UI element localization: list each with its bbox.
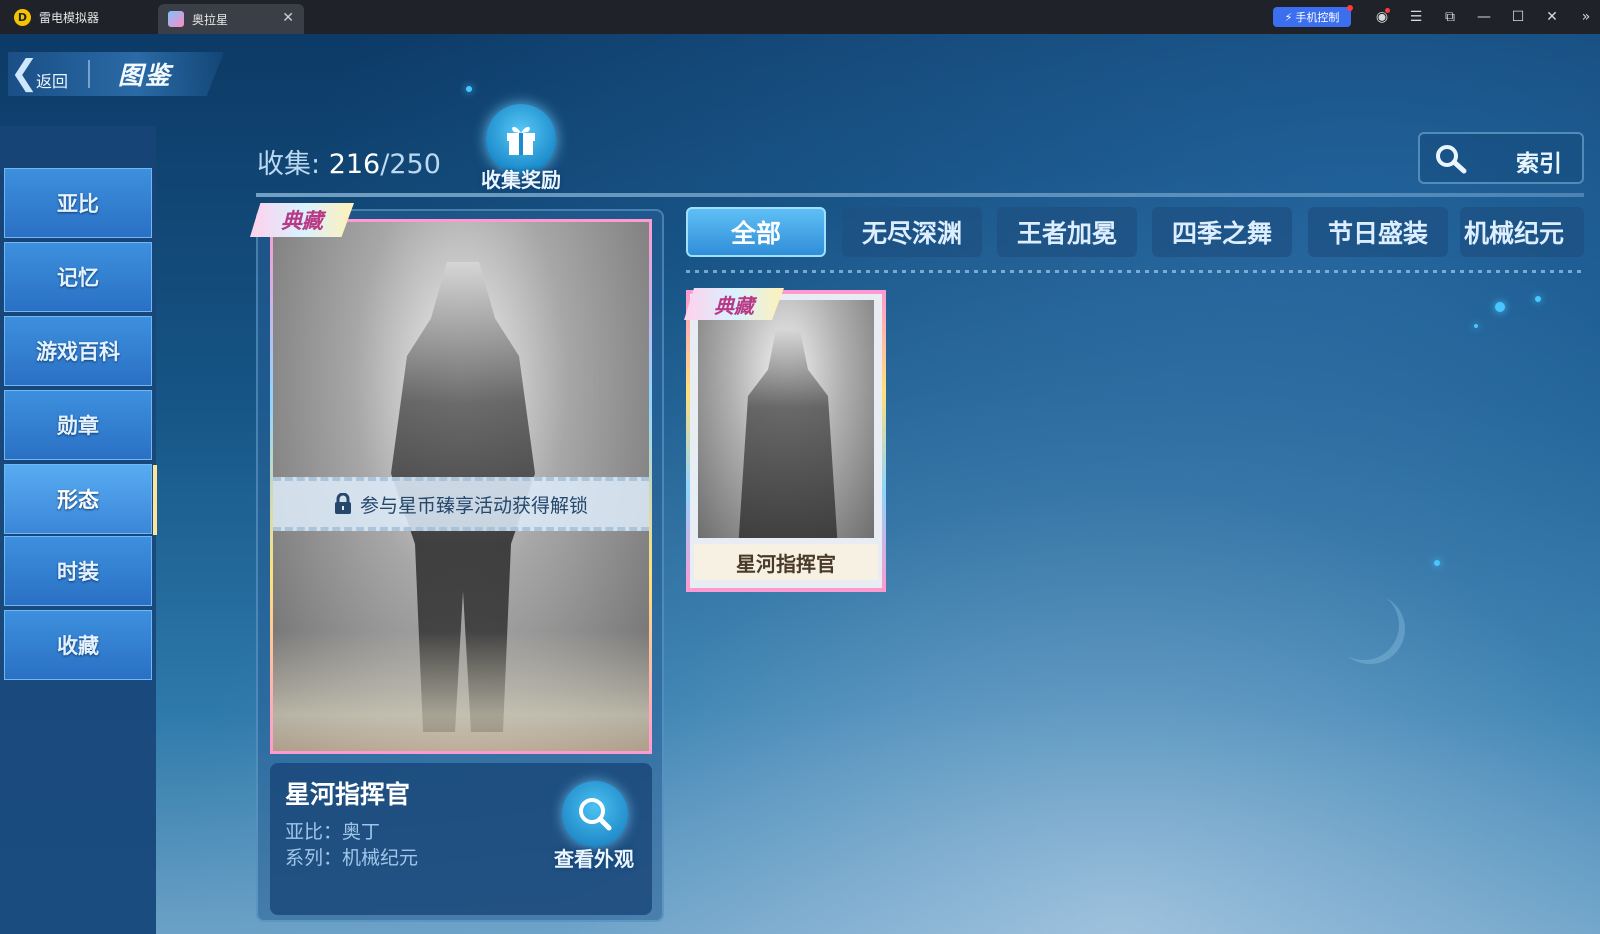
window-titlebar: D 雷电模拟器 奥拉星 ✕ ⚡ 手机控制 ◉ ☰ ⧉ — ☐ ✕ » (0, 0, 1600, 34)
series-line: 系列：机械纪元 (285, 847, 419, 869)
page-title: 图鉴 (118, 61, 173, 90)
collection-progress: 收集: 216/250 (257, 142, 441, 181)
collection-total: /250 (380, 149, 441, 180)
star-decoration (1535, 296, 1541, 302)
tab-close-icon[interactable]: ✕ (282, 10, 294, 26)
filter-tab-four-seasons[interactable]: 四季之舞 (1152, 207, 1292, 257)
search-icon (1434, 144, 1468, 178)
tab-title: 奥拉星 (192, 12, 229, 27)
costume-card[interactable]: 星河指挥官 典藏 (684, 288, 886, 592)
view-appearance-button[interactable]: 查看外观 (544, 781, 644, 891)
game-viewport: ❮ 返回 图鉴 亚比 记忆 游戏百科 勋章 形态 时装 收藏 收集: 216/2… (0, 34, 1600, 934)
artwork-fog (273, 631, 649, 751)
maximize-icon[interactable]: ☐ (1501, 6, 1535, 28)
lock-icon (334, 493, 351, 514)
phone-control-button[interactable]: ⚡ 手机控制 (1273, 5, 1353, 27)
moon-decoration (1335, 594, 1405, 664)
costume-name: 星河指挥官 (285, 780, 411, 809)
app-logo-icon: D (14, 8, 31, 26)
costume-artwork: 参与星币臻享活动获得解锁 (270, 219, 652, 754)
collection-label: 收集: (257, 149, 329, 180)
account-icon[interactable]: ◉ (1365, 6, 1399, 28)
star-decoration (1474, 324, 1478, 328)
collection-reward-button[interactable]: 收集奖励 (476, 104, 566, 194)
filter-tab-king-crowned[interactable]: 王者加冕 (997, 207, 1137, 257)
lock-banner: 参与星币臻享活动获得解锁 (273, 477, 649, 531)
index-label: 索引 (1516, 151, 1562, 177)
detail-panel: 参与星币臻享活动获得解锁 典藏 星河指挥官 亚比：奥丁 系列：机械纪元 查看外观 (250, 203, 664, 922)
card-artwork (698, 300, 874, 538)
app-brand: D 雷电模拟器 (14, 8, 99, 26)
sidebar-item-fashion[interactable]: 时装 (4, 536, 152, 606)
tab-game[interactable]: 奥拉星 ✕ (158, 4, 304, 34)
filter-tab-all[interactable]: 全部 (686, 207, 826, 257)
app-name: 雷电模拟器 (39, 10, 100, 25)
sidebar-item-memory[interactable]: 记忆 (4, 242, 152, 312)
game-tab-icon (168, 11, 184, 27)
menu-icon[interactable]: ☰ (1399, 6, 1433, 28)
back-arrow-icon[interactable]: ❮ (10, 56, 39, 92)
sidebar-item-collection[interactable]: 收藏 (4, 610, 152, 680)
phone-control-label: 手机控制 (1295, 11, 1340, 24)
sidebar-item-form[interactable]: 形态 (4, 464, 157, 535)
expand-sidebar-icon[interactable]: » (1569, 6, 1600, 28)
lightning-icon: ⚡ (1284, 10, 1293, 24)
magnifier-icon (562, 781, 628, 847)
close-window-icon[interactable]: ✕ (1535, 6, 1569, 28)
account-notification-dot (1385, 8, 1390, 13)
sidebar: 亚比 记忆 游戏百科 勋章 形态 时装 收藏 (0, 126, 157, 934)
filter-tab-mech-era[interactable]: 机械纪元 (1460, 207, 1584, 257)
star-decoration (466, 86, 472, 92)
view-appearance-label: 查看外观 (554, 847, 634, 871)
back-button[interactable]: 返回 (36, 68, 68, 92)
header-divider (88, 60, 90, 88)
window-controls: ◉ ☰ ⧉ — ☐ ✕ » (1365, 6, 1600, 28)
filter-tab-endless-abyss[interactable]: 无尽深渊 (842, 207, 982, 257)
detail-info: 星河指挥官 亚比：奥丁 系列：机械纪元 查看外观 (270, 763, 652, 915)
rare-tag: 典藏 (250, 203, 354, 237)
index-search-button[interactable]: 索引 (1418, 132, 1584, 184)
star-decoration (1495, 302, 1505, 312)
header-divider-line (256, 193, 1584, 197)
filter-tab-festival[interactable]: 节日盛装 (1308, 207, 1448, 257)
popout-icon[interactable]: ⧉ (1433, 6, 1467, 28)
star-decoration (1434, 560, 1440, 566)
notification-dot (1347, 5, 1353, 11)
card-rare-tag: 典藏 (684, 288, 784, 320)
abby-line: 亚比：奥丁 (285, 821, 381, 843)
lock-text: 参与星币臻享活动获得解锁 (359, 494, 588, 517)
collection-count: 216 (328, 149, 381, 180)
sidebar-item-wiki[interactable]: 游戏百科 (4, 316, 152, 386)
collection-reward-label: 收集奖励 (481, 168, 561, 192)
minimize-icon[interactable]: — (1467, 6, 1501, 28)
card-name: 星河指挥官 (694, 544, 878, 580)
filter-divider-line (686, 270, 1584, 273)
sidebar-item-medal[interactable]: 勋章 (4, 390, 152, 460)
sidebar-item-abby[interactable]: 亚比 (4, 168, 152, 238)
card-character-figure (738, 330, 838, 538)
